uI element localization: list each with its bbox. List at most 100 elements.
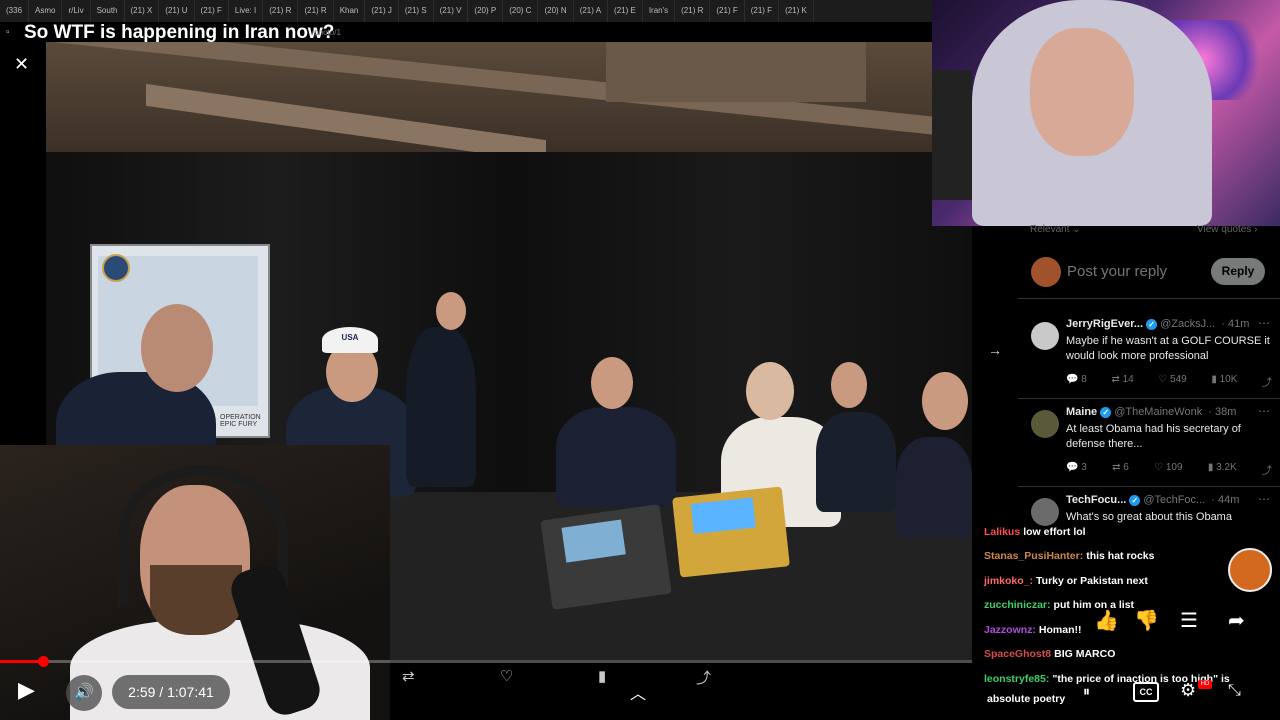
chat-username[interactable]: Stanas_PusiHanter:: [984, 550, 1083, 562]
comments-icon[interactable]: ☰: [1180, 608, 1198, 633]
url-fragment: /photo/1: [312, 28, 341, 37]
play-icon[interactable]: ▶: [18, 677, 48, 707]
verified-badge-icon: ✓: [1100, 406, 1112, 418]
chat-text: BIG MARCO: [1054, 648, 1116, 660]
captions-button[interactable]: CC: [1133, 682, 1159, 702]
tweet[interactable]: JerryRigEver... ✓ @ZacksJ... · 41m ⋯ Maybe…: [1018, 314, 1280, 399]
chat-username[interactable]: Lalikus: [984, 526, 1020, 538]
chat-username[interactable]: SpaceGhost8: [984, 648, 1051, 660]
browser-tab[interactable]: (21) S: [399, 0, 434, 22]
like-count[interactable]: ♡ 549: [1158, 374, 1186, 389]
progress-bar[interactable]: [0, 660, 972, 663]
progress-scrubber[interactable]: [37, 656, 49, 667]
sort-relevant-tab[interactable]: Relevant ⌄: [1030, 224, 1081, 235]
more-icon[interactable]: ⋯: [1258, 316, 1270, 330]
browser-tab[interactable]: (21) X: [125, 0, 160, 22]
browser-tab[interactable]: (21) F: [195, 0, 229, 22]
view-quotes-link[interactable]: View quotes ›: [1197, 224, 1257, 235]
pause-icon[interactable]: ⏸: [1083, 683, 1090, 700]
more-icon[interactable]: ⋯: [1258, 492, 1270, 506]
map-caption: OPERATION EPIC FURY: [220, 414, 261, 428]
share-icon[interactable]: ⤴: [1262, 462, 1272, 477]
browser-tab[interactable]: Live: I: [229, 0, 264, 22]
browser-tab[interactable]: (336: [0, 0, 30, 22]
browser-tab[interactable]: (21) V: [434, 0, 469, 22]
tweet-text: Maybe if he wasn't at a GOLF COURSE it w…: [1066, 335, 1270, 362]
chat-username[interactable]: leonstryfe85:: [984, 673, 1049, 685]
chat-username[interactable]: zucchiniczar:: [984, 599, 1051, 611]
reply-count[interactable]: 💬 8: [1066, 374, 1087, 389]
volume-icon[interactable]: 🔊: [66, 675, 102, 711]
tweet[interactable]: Maine ✓ @TheMaineWonk · 38m ⋯ At least Oba…: [1018, 402, 1280, 487]
like-count[interactable]: ♡ 109: [1154, 462, 1182, 477]
chat-text: Turky or Pakistan next: [1036, 575, 1148, 587]
browser-tab[interactable]: r/Liv: [62, 0, 91, 22]
browser-tab[interactable]: (21) R: [298, 0, 334, 22]
streamer-webcam-top: [932, 0, 1280, 226]
tweet-handle: @ZacksJ...: [1160, 318, 1216, 330]
tweet[interactable]: TechFocu... ✓ @TechFoc... · 44m ⋯ What's s…: [1018, 490, 1280, 530]
chat-text: absolute poetry: [987, 693, 1066, 705]
like-icon[interactable]: ♡: [500, 667, 513, 685]
share-icon[interactable]: ⤴: [1262, 374, 1272, 389]
view-count[interactable]: ▮ 10K: [1211, 374, 1237, 389]
avatar: [1031, 322, 1059, 350]
browser-tab[interactable]: South: [91, 0, 125, 22]
browser-tab[interactable]: (21) U: [159, 0, 195, 22]
channel-avatar[interactable]: [1228, 548, 1272, 592]
verified-badge-icon: ✓: [1129, 494, 1141, 506]
chat-username[interactable]: Jazzownz:: [984, 624, 1036, 636]
browser-tab[interactable]: (21) F: [745, 0, 780, 22]
repost-icon[interactable]: ⇄: [402, 667, 415, 685]
tweet-author[interactable]: TechFocu...: [1066, 494, 1126, 506]
close-icon[interactable]: ✕: [14, 54, 29, 75]
browser-tab[interactable]: Khan: [334, 0, 366, 22]
tweet-author[interactable]: Maine: [1066, 406, 1097, 418]
chat-username[interactable]: jimkoko_:: [984, 575, 1033, 587]
repost-count[interactable]: ⇄ 14: [1111, 374, 1133, 389]
share-icon[interactable]: ➦: [1228, 608, 1245, 633]
browser-tab[interactable]: (21) F: [710, 0, 745, 22]
avatar: [1031, 410, 1059, 438]
reply-count[interactable]: 💬 3: [1066, 462, 1087, 477]
chat-message: Jazzownz: Homan!!: [984, 624, 1082, 636]
browser-tab[interactable]: (21) R: [675, 0, 711, 22]
more-icon[interactable]: ⋯: [1258, 404, 1270, 418]
seal-emblem: [102, 254, 130, 282]
browser-tab[interactable]: (21) A: [574, 0, 609, 22]
tweet-author[interactable]: JerryRigEver...: [1066, 318, 1143, 330]
share-icon[interactable]: ⤴: [696, 667, 711, 688]
chat-message: Stanas_PusiHanter: this hat rocks: [984, 550, 1154, 562]
tweet-text: What's so great about this Obama: [1066, 511, 1232, 523]
view-count[interactable]: ▮ 3.2K: [1208, 462, 1237, 477]
browser-tab[interactable]: (20) P: [468, 0, 504, 22]
browser-tab[interactable]: (20) N: [538, 0, 574, 22]
browser-tab[interactable]: (21) R: [263, 0, 299, 22]
thumbs-down-icon[interactable]: 👎: [1134, 608, 1159, 633]
reply-input[interactable]: Post your reply: [1067, 263, 1167, 280]
views-icon[interactable]: ▮: [598, 667, 606, 685]
gear-icon[interactable]: ⚙: [1180, 680, 1196, 701]
browser-tab[interactable]: (21) E: [608, 0, 643, 22]
chevron-up-icon[interactable]: ︿: [630, 680, 646, 704]
tweet-handle: @TechFoc...: [1143, 494, 1206, 506]
avatar: [1031, 257, 1061, 287]
repost-count[interactable]: ⇄ 6: [1112, 462, 1129, 477]
thumbs-up-icon[interactable]: 👍: [1094, 608, 1119, 633]
browser-tab[interactable]: Iran's: [643, 0, 676, 22]
reply-button[interactable]: Reply: [1211, 258, 1265, 285]
browser-tab[interactable]: Asmo: [29, 0, 63, 22]
browser-tab[interactable]: (21) K: [779, 0, 814, 22]
chat-message: SpaceGhost8 BIG MARCO: [984, 648, 1115, 660]
chat-message: jimkoko_: Turky or Pakistan next: [984, 575, 1148, 587]
tweet-time: · 38m: [1208, 406, 1237, 418]
next-arrow-icon[interactable]: →: [988, 342, 1002, 358]
browser-tab[interactable]: (20) C: [503, 0, 539, 22]
fullscreen-icon[interactable]: ⤡: [1228, 682, 1241, 700]
chat-text: Homan!!: [1038, 624, 1082, 636]
browser-tab-strip: (336 Asmo r/Liv South (21) X (21) U (21) F Live…: [0, 0, 932, 22]
hd-badge: HD: [1198, 680, 1212, 689]
tweet-time: · 44m: [1211, 494, 1240, 506]
window-icon: ▫: [6, 27, 10, 38]
browser-tab[interactable]: (21) J: [365, 0, 399, 22]
